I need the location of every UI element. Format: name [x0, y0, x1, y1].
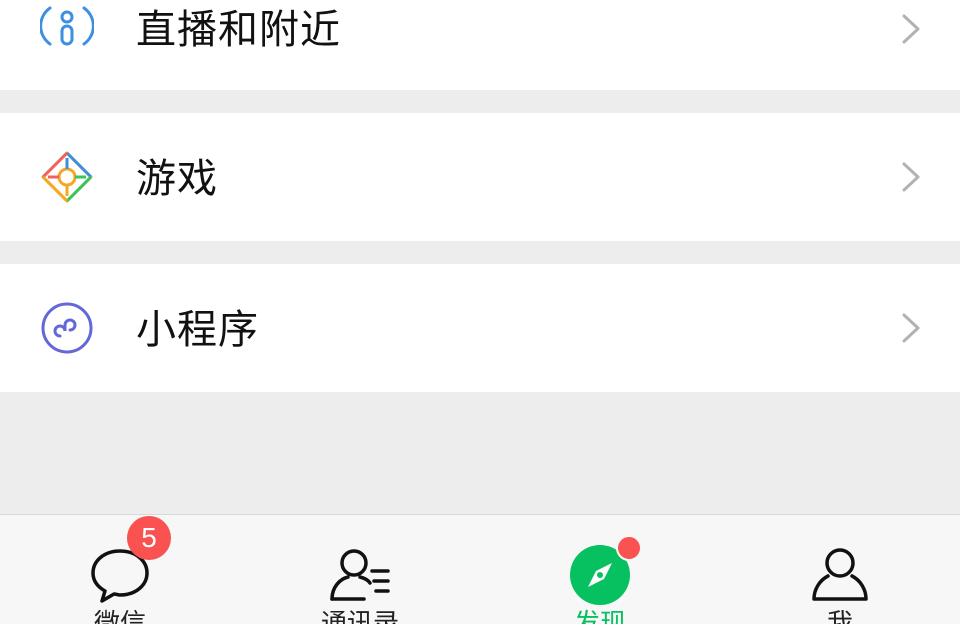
list-item-games[interactable]: 游戏 [0, 113, 960, 241]
tab-label: 我 [826, 609, 853, 624]
list-item-live-nearby[interactable]: 直播和附近 [0, 0, 960, 90]
chevron-right-icon [902, 162, 920, 192]
chevron-right-icon [902, 14, 920, 44]
tab-discover[interactable]: 发现 [480, 515, 720, 624]
mini-programs-icon [40, 301, 94, 355]
tab-label: 发现 [573, 609, 626, 624]
discover-screen: 直播和附近 游戏 小程序 5 微信 通讯录 发现 我 [0, 0, 960, 624]
bottom-tab-bar: 5 微信 通讯录 发现 我 [0, 514, 960, 624]
tab-contacts[interactable]: 通讯录 [240, 515, 480, 624]
contacts-icon [330, 549, 390, 601]
tab-me[interactable]: 我 [720, 515, 960, 624]
list-item-mini-programs[interactable]: 小程序 [0, 264, 960, 392]
new-content-dot [616, 535, 642, 561]
list-item-label: 游戏 [136, 156, 218, 202]
tab-chats[interactable]: 5 微信 [0, 515, 240, 624]
games-icon [40, 150, 94, 204]
chevron-right-icon [902, 313, 920, 343]
unread-badge: 5 [127, 516, 171, 560]
tab-label: 微信 [93, 609, 146, 624]
person-icon [812, 548, 868, 601]
tab-label: 通讯录 [320, 609, 399, 624]
list-item-label: 直播和附近 [136, 7, 341, 53]
live-nearby-icon [40, 0, 94, 54]
list-item-label: 小程序 [136, 307, 259, 353]
